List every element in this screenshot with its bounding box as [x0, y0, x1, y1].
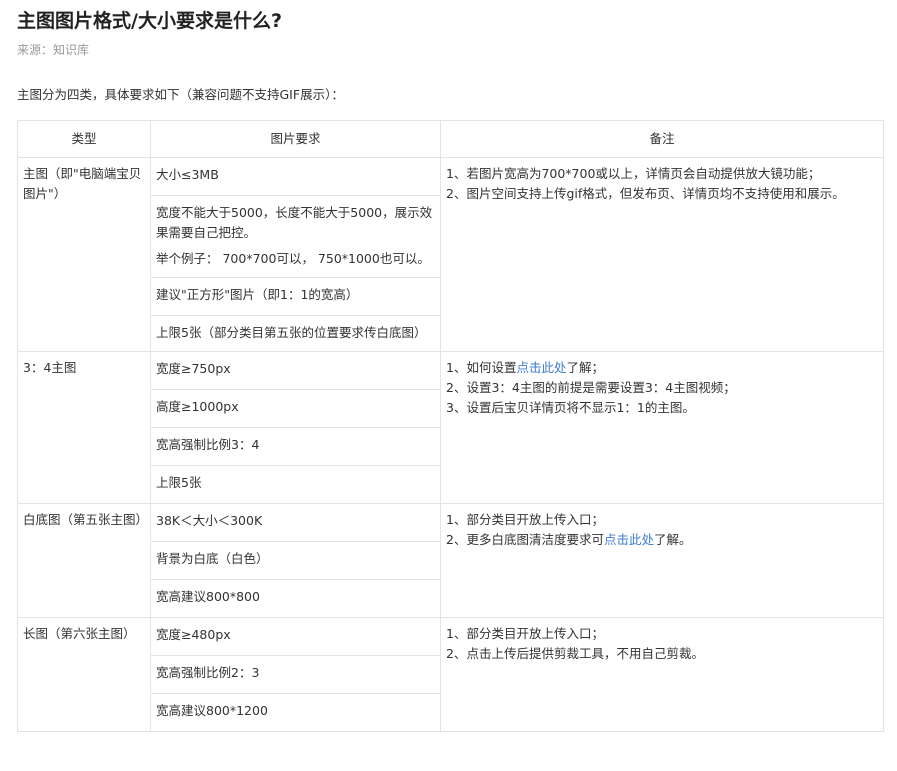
note-line: 2、点击上传后提供剪裁工具，不用自己剪裁。: [446, 646, 704, 661]
requirement-cell: 背景为白底（白色）: [150, 541, 441, 580]
category-cell: 长图（第六张主图）: [17, 617, 151, 732]
note-line: 3、设置后宝贝详情页将不显示1：1的主图。: [446, 400, 695, 415]
note-line: 2、图片空间支持上传gif格式，但发布页、详情页均不支持使用和展示。: [446, 186, 845, 201]
note-line: 1、部分类目开放上传入口；: [446, 626, 604, 641]
notes-cell: 1、如何设置点击此处了解； 2、设置3：4主图的前提是需要设置3：4主图视频； …: [440, 351, 884, 504]
category-cell: 白底图（第五张主图）: [17, 503, 151, 618]
requirement-cell: 宽高强制比例3：4: [150, 427, 441, 466]
note-text: 1、如何设置: [446, 360, 517, 375]
note-line: 2、更多白底图清洁度要求可点击此处了解。: [446, 530, 878, 550]
notes-cell: 1、若图片宽高为700*700或以上，详情页会自动提供放大镜功能； 2、图片空间…: [440, 157, 884, 352]
notes-cell: 1、部分类目开放上传入口； 2、更多白底图清洁度要求可点击此处了解。: [440, 503, 884, 618]
requirement-cell: 宽高建议800*1200: [150, 693, 441, 732]
requirement-text: 宽度不能大于5000，长度不能大于5000，展示效果需要自己把控。: [156, 205, 433, 240]
note-line: 1、如何设置点击此处了解；: [446, 358, 878, 378]
requirement-cell: 宽高强制比例2：3: [150, 655, 441, 694]
header-notes: 备注: [440, 120, 884, 158]
requirement-cell: 宽度≥750px: [150, 351, 441, 390]
note-line: 1、部分类目开放上传入口；: [446, 512, 604, 527]
category-cell: 3：4主图: [17, 351, 151, 504]
table-row: 主图（即"电脑端宝贝图片"） 大小≤3MB 1、若图片宽高为700*700或以上…: [17, 157, 884, 352]
requirement-cell: 宽高建议800*800: [150, 579, 441, 618]
notes-cell: 1、部分类目开放上传入口； 2、点击上传后提供剪裁工具，不用自己剪裁。: [440, 617, 884, 732]
note-text: 了解；: [566, 360, 604, 375]
click-here-link[interactable]: 点击此处: [604, 532, 654, 547]
article: 主图图片格式/大小要求是什么? 来源：知识库 主图分为四类，具体要求如下（兼容问…: [17, 0, 884, 732]
requirement-cell: 上限5张（部分类目第五张的位置要求传白底图）: [150, 315, 441, 352]
article-source: 来源：知识库: [17, 43, 90, 57]
click-here-link[interactable]: 点击此处: [516, 360, 566, 375]
requirements-table: 类型 图片要求 备注 主图（即"电脑端宝贝图片"） 大小≤3MB 1、若图片宽高…: [17, 120, 884, 732]
note-text: 2、更多白底图清洁度要求可: [446, 532, 604, 547]
note-text: 了解。: [653, 532, 692, 547]
table-header-row: 类型 图片要求 备注: [17, 120, 884, 158]
header-type: 类型: [17, 120, 151, 158]
requirement-cell: 大小≤3MB: [150, 157, 441, 196]
article-intro: 主图分为四类，具体要求如下（兼容问题不支持GIF展示）：: [17, 87, 344, 102]
category-cell: 主图（即"电脑端宝贝图片"）: [17, 157, 151, 352]
table-row: 长图（第六张主图） 宽度≥480px 1、部分类目开放上传入口； 2、点击上传后…: [17, 617, 884, 732]
table-row: 白底图（第五张主图） 38K＜大小＜300K 1、部分类目开放上传入口； 2、更…: [17, 503, 884, 618]
requirement-cell: 宽度不能大于5000，长度不能大于5000，展示效果需要自己把控。 举个例子： …: [150, 195, 441, 278]
page-title: 主图图片格式/大小要求是什么?: [17, 10, 282, 32]
note-line: 1、若图片宽高为700*700或以上，详情页会自动提供放大镜功能；: [446, 166, 821, 181]
note-line: 2、设置3：4主图的前提是需要设置3：4主图视频；: [446, 380, 736, 395]
header-requirements: 图片要求: [150, 120, 441, 158]
requirement-cell: 宽度≥480px: [150, 617, 441, 656]
requirement-cell: 38K＜大小＜300K: [150, 503, 441, 542]
table-row: 3：4主图 宽度≥750px 1、如何设置点击此处了解； 2、设置3：4主图的前…: [17, 351, 884, 504]
requirement-example: 举个例子： 700*700可以， 750*1000也可以。: [156, 251, 430, 266]
requirement-cell: 高度≥1000px: [150, 389, 441, 428]
requirement-cell: 建议"正方形"图片（即1：1的宽高）: [150, 277, 441, 316]
requirement-cell: 上限5张: [150, 465, 441, 504]
